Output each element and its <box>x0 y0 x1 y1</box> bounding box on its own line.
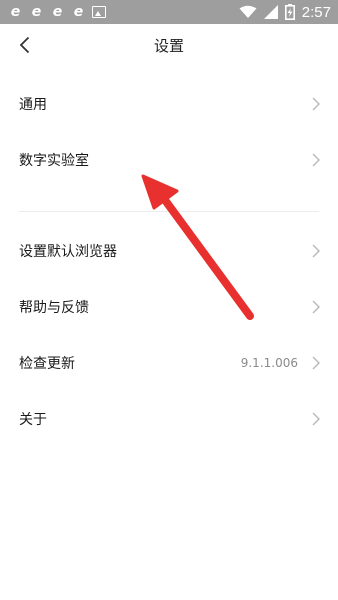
chevron-right-icon <box>312 300 320 314</box>
chevron-right-icon <box>312 153 320 167</box>
browser-e-icon: e <box>10 4 21 20</box>
status-time: 2:57 <box>301 3 331 21</box>
menu-item-help-feedback[interactable]: 帮助与反馈 <box>0 279 338 335</box>
chevron-right-icon <box>312 412 320 426</box>
menu-item-label: 检查更新 <box>19 356 75 372</box>
browser-e-icon: e <box>31 4 42 20</box>
status-notifications: e e e e <box>8 3 106 21</box>
signal-icon <box>263 5 278 19</box>
chevron-right-icon <box>312 356 320 370</box>
section-divider <box>19 211 319 212</box>
menu-item-default-browser[interactable]: 设置默认浏览器 <box>0 223 338 279</box>
version-value: 9.1.1.006 <box>240 356 298 370</box>
browser-e-icon: e <box>73 4 84 20</box>
wifi-icon <box>239 5 257 18</box>
title-bar: 设置 <box>0 24 338 66</box>
menu-item-label: 设置默认浏览器 <box>19 244 117 260</box>
menu-item-about[interactable]: 关于 <box>0 391 338 447</box>
page-title: 设置 <box>153 37 184 55</box>
status-system: 2:57 <box>239 2 331 22</box>
menu-item-check-update[interactable]: 检查更新 9.1.1.006 <box>0 335 338 391</box>
battery-charging-icon <box>284 4 295 20</box>
menu-item-digital-lab[interactable]: 数字实验室 <box>0 132 338 188</box>
chevron-right-icon <box>312 244 320 258</box>
menu-item-label: 帮助与反馈 <box>19 300 89 316</box>
browser-e-icon: e <box>52 4 63 20</box>
image-icon <box>92 6 106 18</box>
menu-item-label: 数字实验室 <box>19 153 89 169</box>
status-bar: e e e e 2:57 <box>0 0 338 24</box>
menu-item-label: 通用 <box>19 97 47 113</box>
menu-item-general[interactable]: 通用 <box>0 76 338 132</box>
menu-item-label: 关于 <box>19 412 47 428</box>
chevron-right-icon <box>312 97 320 111</box>
